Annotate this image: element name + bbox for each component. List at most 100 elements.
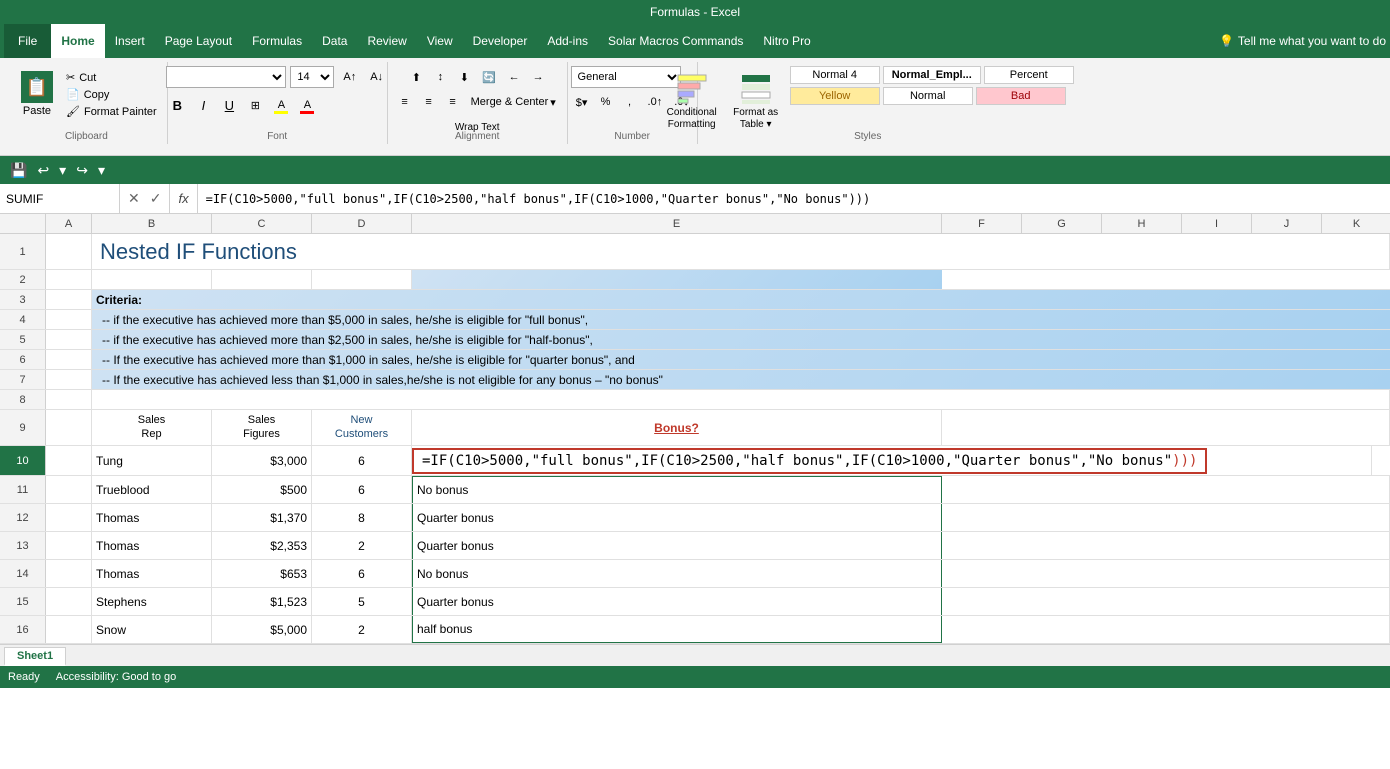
cell-e13[interactable]: Quarter bonus <box>412 532 942 559</box>
col-header-i[interactable]: I <box>1182 214 1252 233</box>
col-header-c[interactable]: C <box>212 214 312 233</box>
cell-c16[interactable]: $5,000 <box>212 616 312 643</box>
cell-f12[interactable] <box>942 504 1390 531</box>
cell-a12[interactable] <box>46 504 92 531</box>
col-header-e[interactable]: E <box>412 214 942 233</box>
align-bottom-button[interactable]: ⬇ <box>453 66 475 88</box>
menu-page-layout[interactable]: Page Layout <box>155 24 242 58</box>
style-yellow[interactable]: Yellow <box>790 87 880 105</box>
cell-a14[interactable] <box>46 560 92 587</box>
cell-f14[interactable] <box>942 560 1390 587</box>
cell-f13[interactable] <box>942 532 1390 559</box>
style-normal-empl[interactable]: Normal_Empl... <box>883 66 981 84</box>
cell-a13[interactable] <box>46 532 92 559</box>
menu-formulas[interactable]: Formulas <box>242 24 312 58</box>
quick-access-more-button[interactable]: ▾ <box>96 160 107 181</box>
cell-d15[interactable]: 5 <box>312 588 412 615</box>
percent-button[interactable]: % <box>595 91 617 113</box>
menu-file[interactable]: File <box>4 24 51 58</box>
cell-b1[interactable]: Nested IF Functions <box>92 234 1390 269</box>
menu-data[interactable]: Data <box>312 24 357 58</box>
confirm-formula-button[interactable]: ✓ <box>148 190 164 207</box>
cell-c13[interactable]: $2,353 <box>212 532 312 559</box>
cell-a16[interactable] <box>46 616 92 643</box>
cell-c12[interactable]: $1,370 <box>212 504 312 531</box>
fill-color-button[interactable]: A <box>270 94 292 116</box>
undo-dropdown-button[interactable]: ▾ <box>57 160 68 181</box>
cell-b12[interactable]: Thomas <box>92 504 212 531</box>
align-left-button[interactable]: ≡ <box>394 91 416 113</box>
cell-a6[interactable] <box>46 350 92 369</box>
cell-a2[interactable] <box>46 270 92 289</box>
cell-d12[interactable]: 8 <box>312 504 412 531</box>
cell-d11[interactable]: 6 <box>312 476 412 503</box>
cell-b6[interactable]: -- If the executive has achieved more th… <box>92 350 1390 369</box>
indent-decrease-button[interactable]: ← <box>503 66 525 88</box>
cell-f9[interactable] <box>942 410 1390 445</box>
col-header-f[interactable]: F <box>942 214 1022 233</box>
cell-e2[interactable] <box>412 270 942 289</box>
align-top-button[interactable]: ⬆ <box>405 66 427 88</box>
merge-center-button[interactable]: Merge & Center ▾ <box>466 91 561 113</box>
cell-b10[interactable]: Tung <box>92 446 212 475</box>
undo-button[interactable]: ↩ <box>35 160 51 181</box>
increase-font-button[interactable]: A↑ <box>338 66 361 88</box>
cell-b8[interactable] <box>92 390 1390 409</box>
cell-b11[interactable]: Trueblood <box>92 476 212 503</box>
cell-f16[interactable] <box>942 616 1390 643</box>
conditional-formatting-button[interactable]: Conditional Formatting <box>662 66 722 136</box>
cell-a10[interactable] <box>46 446 92 475</box>
cell-b13[interactable]: Thomas <box>92 532 212 559</box>
col-header-b[interactable]: B <box>92 214 212 233</box>
italic-button[interactable]: I <box>192 94 214 116</box>
col-header-d[interactable]: D <box>312 214 412 233</box>
redo-button[interactable]: ↪ <box>74 160 90 181</box>
cell-a5[interactable] <box>46 330 92 349</box>
paste-button[interactable]: 📋 Paste <box>14 66 60 122</box>
cell-e9[interactable]: Bonus? <box>412 410 942 445</box>
cell-b3[interactable]: Criteria: <box>92 290 1390 309</box>
cell-b15[interactable]: Stephens <box>92 588 212 615</box>
menu-nitro[interactable]: Nitro Pro <box>753 24 820 58</box>
cell-f15[interactable] <box>942 588 1390 615</box>
cell-b4[interactable]: -- if the executive has achieved more th… <box>92 310 1390 329</box>
cell-c10[interactable]: $3,000 <box>212 446 312 475</box>
style-percent[interactable]: Percent <box>984 66 1074 84</box>
text-orientation-button[interactable]: 🔄 <box>477 66 501 88</box>
cell-e14[interactable]: No bonus <box>412 560 942 587</box>
font-size-select[interactable]: 14 <box>290 66 334 88</box>
cell-a3[interactable] <box>46 290 92 309</box>
format-as-table-button[interactable]: Format as Table ▾ <box>726 66 786 136</box>
format-painter-button[interactable]: 🖌 Format Painter <box>64 104 159 119</box>
cell-e11[interactable]: No bonus <box>412 476 942 503</box>
col-header-h[interactable]: H <box>1102 214 1182 233</box>
style-normal4[interactable]: Normal 4 <box>790 66 880 84</box>
menu-solar[interactable]: Solar Macros Commands <box>598 24 753 58</box>
col-header-k[interactable]: K <box>1322 214 1390 233</box>
menu-home[interactable]: Home <box>51 24 104 58</box>
cell-d10[interactable]: 6 <box>312 446 412 475</box>
indent-increase-button[interactable]: → <box>527 66 549 88</box>
cell-a11[interactable] <box>46 476 92 503</box>
cell-b9[interactable]: SalesRep <box>92 410 212 445</box>
cell-c2[interactable] <box>212 270 312 289</box>
cell-a8[interactable] <box>46 390 92 409</box>
menu-addins[interactable]: Add-ins <box>537 24 598 58</box>
cell-b16[interactable]: Snow <box>92 616 212 643</box>
font-name-select[interactable] <box>166 66 286 88</box>
cell-b5[interactable]: -- if the executive has achieved more th… <box>92 330 1390 349</box>
align-middle-button[interactable]: ↕ <box>429 66 451 88</box>
cell-d2[interactable] <box>312 270 412 289</box>
sheet-tab-sheet1[interactable]: Sheet1 <box>4 647 66 666</box>
menu-developer[interactable]: Developer <box>463 24 538 58</box>
cell-c9[interactable]: SalesFigures <box>212 410 312 445</box>
border-button[interactable]: ⊞ <box>244 94 266 116</box>
menu-insert[interactable]: Insert <box>105 24 155 58</box>
cell-d9[interactable]: NewCustomers <box>312 410 412 445</box>
cell-d13[interactable]: 2 <box>312 532 412 559</box>
underline-button[interactable]: U <box>218 94 240 116</box>
menu-view[interactable]: View <box>417 24 463 58</box>
cell-c15[interactable]: $1,523 <box>212 588 312 615</box>
cell-e10-formula[interactable]: =IF(C10>5000,"full bonus",IF(C10>2500,"h… <box>412 446 1372 475</box>
style-normal[interactable]: Normal <box>883 87 973 105</box>
